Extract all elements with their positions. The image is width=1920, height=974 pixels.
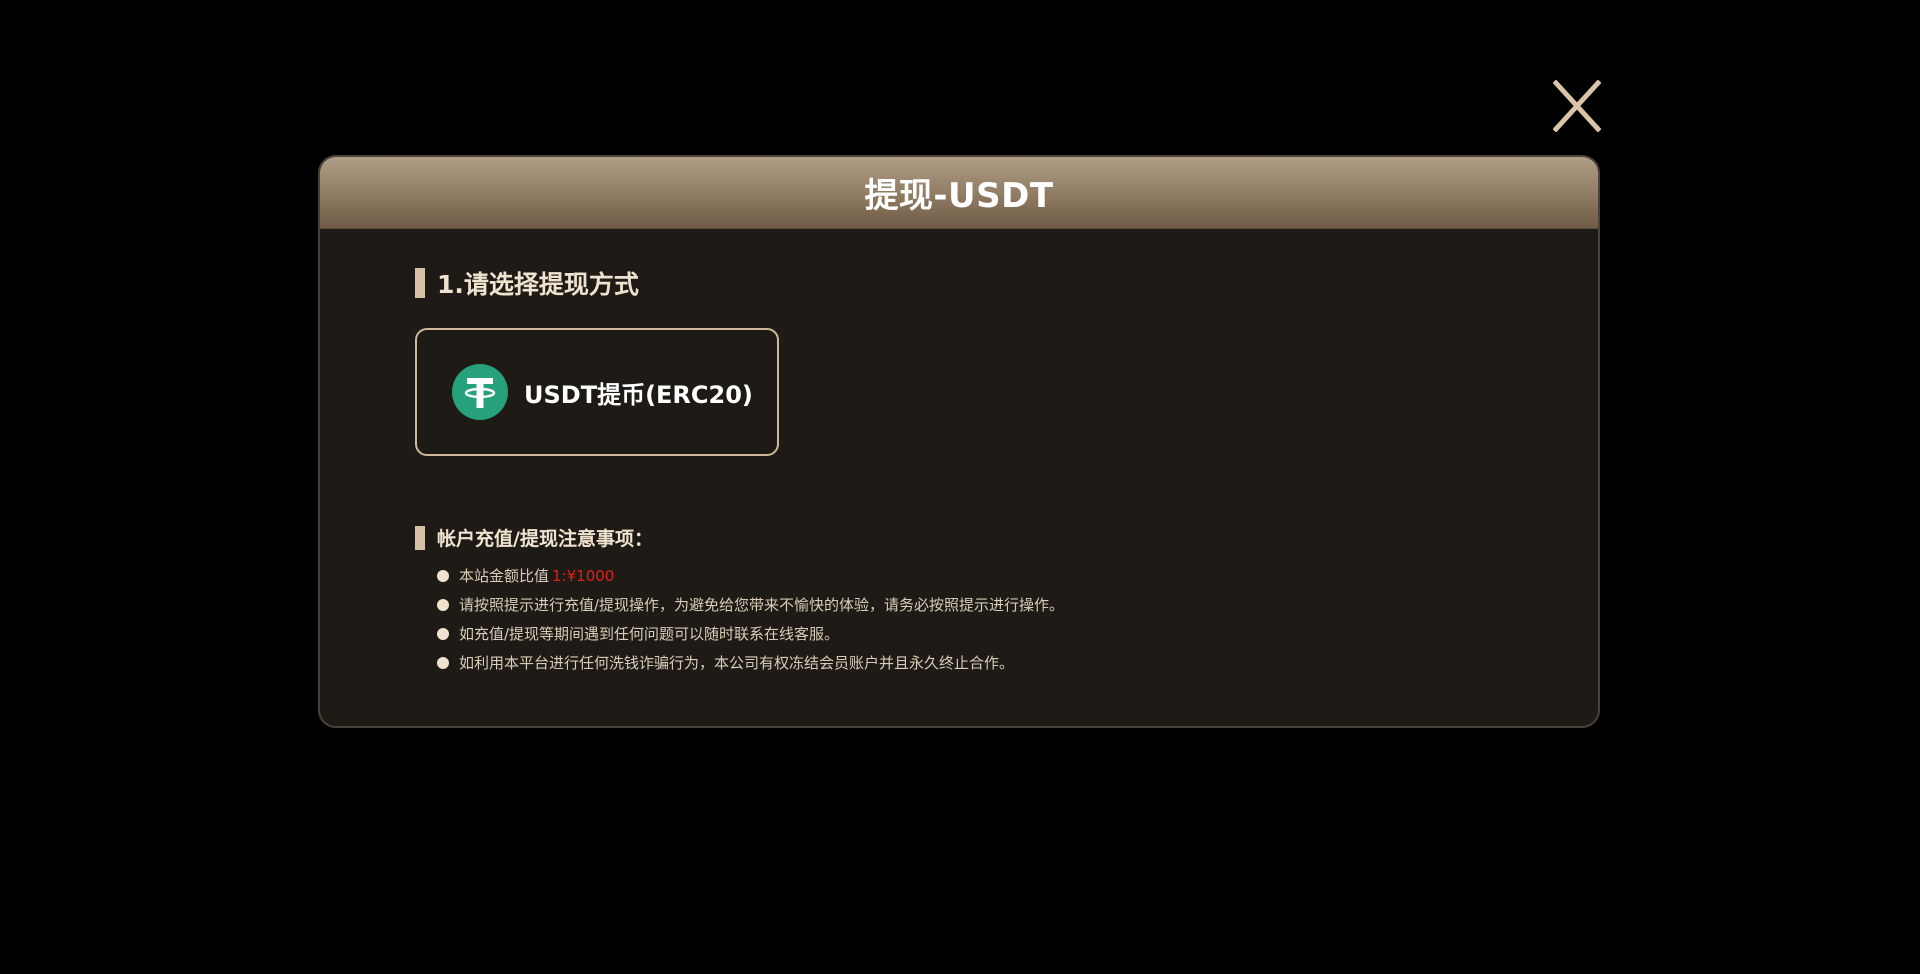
note-text: 请按照提示进行充值/提现操作，为避免给您带来不愉快的体验，请务必按照提示进行操作… (459, 596, 1065, 614)
close-icon (1553, 80, 1601, 132)
modal-header: 提现-USDT (320, 157, 1598, 229)
bullet-icon (437, 656, 449, 669)
usdt-erc20-method-button[interactable]: USDT提币(ERC20) (415, 328, 779, 456)
section-heading-label: 1.请选择提现方式 (437, 270, 639, 299)
section-heading-method: 1.请选择提现方式 (415, 265, 639, 301)
note-item: 请按照提示进行充值/提现操作，为避免给您带来不愉快的体验，请务必按照提示进行操作… (437, 590, 1064, 619)
usdt-tether-icon (452, 364, 508, 420)
close-button[interactable] (1553, 80, 1601, 132)
heading-bar (415, 525, 425, 550)
exchange-ratio: 1:¥1000 (552, 566, 615, 585)
heading-bar (415, 268, 425, 298)
note-item: 如充值/提现等期间遇到任何问题可以随时联系在线客服。 (437, 619, 1064, 648)
modal-title: 提现-USDT (864, 176, 1054, 216)
section-heading-notes: 帐户充值/提现注意事项： (415, 524, 653, 551)
withdraw-modal: 提现-USDT 1.请选择提现方式 USDT提币(ERC20) 帐户充值/提现注… (318, 155, 1600, 728)
bullet-icon (437, 569, 449, 582)
note-item: 如利用本平台进行任何洗钱诈骗行为，本公司有权冻结会员账户并且永久终止合作。 (437, 648, 1064, 677)
note-text: 本站金额比值 (459, 567, 550, 585)
note-text: 如充值/提现等期间遇到任何问题可以随时联系在线客服。 (459, 625, 840, 643)
note-item: 本站金额比值 1:¥1000 (437, 561, 1064, 590)
bullet-icon (437, 598, 449, 611)
method-label: USDT提币(ERC20) (524, 380, 753, 409)
note-text: 如利用本平台进行任何洗钱诈骗行为，本公司有权冻结会员账户并且永久终止合作。 (459, 654, 1015, 672)
bullet-icon (437, 627, 449, 640)
notes-list: 本站金额比值 1:¥1000 请按照提示进行充值/提现操作，为避免给您带来不愉快… (437, 561, 1064, 677)
notes-heading-label: 帐户充值/提现注意事项： (437, 528, 653, 550)
